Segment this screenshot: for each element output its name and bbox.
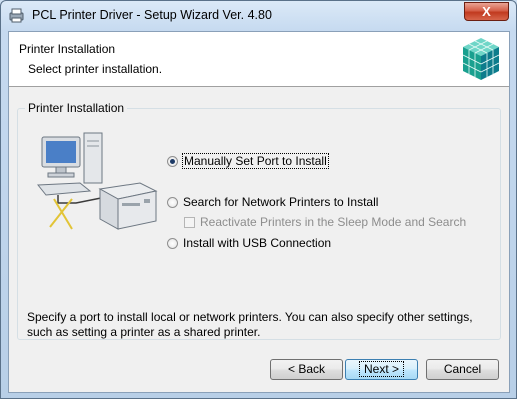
back-button[interactable]: < Back <box>270 359 343 380</box>
manual-port-radio[interactable] <box>167 155 178 167</box>
option-description: Specify a port to install local or netwo… <box>27 310 473 339</box>
usb-radio[interactable] <box>167 237 178 249</box>
reactivate-sleep-option[interactable]: Reactivate Printers in the Sleep Mode an… <box>184 215 466 229</box>
wizard-header: Printer Installation Select printer inst… <box>9 32 509 87</box>
next-button-label: Next > <box>358 361 405 377</box>
printer-app-icon <box>9 8 24 23</box>
reactivate-sleep-checkbox[interactable] <box>184 216 195 228</box>
wizard-client-area: Printer Installation Select printer inst… <box>8 31 510 393</box>
cube-logo-icon <box>462 38 500 80</box>
reactivate-sleep-label[interactable]: Reactivate Printers in the Sleep Mode an… <box>200 215 466 229</box>
window-title: PCL Printer Driver - Setup Wizard Ver. 4… <box>32 8 272 22</box>
manual-port-label[interactable]: Manually Set Port to Install <box>182 153 329 169</box>
usb-option[interactable]: Install with USB Connection <box>167 236 331 250</box>
group-legend: Printer Installation <box>25 101 128 115</box>
usb-label[interactable]: Install with USB Connection <box>183 236 331 250</box>
manual-port-option[interactable]: Manually Set Port to Install <box>167 153 329 169</box>
network-search-radio[interactable] <box>167 196 178 208</box>
next-button[interactable]: Next > <box>345 359 418 380</box>
setup-wizard-window: PCL Printer Driver - Setup Wizard Ver. 4… <box>0 0 517 399</box>
printer-installation-group: Printer Installation Manually Set Port t… <box>17 101 501 340</box>
page-subtitle: Select printer installation. <box>28 62 163 76</box>
cancel-button[interactable]: Cancel <box>426 359 499 380</box>
network-search-option[interactable]: Search for Network Printers to Install <box>167 195 378 209</box>
network-search-label[interactable]: Search for Network Printers to Install <box>183 195 378 209</box>
computer-printer-illustration <box>36 132 158 230</box>
close-button[interactable]: X <box>464 2 509 21</box>
title-bar[interactable]: PCL Printer Driver - Setup Wizard Ver. 4… <box>1 1 516 31</box>
page-title: Printer Installation <box>19 42 116 56</box>
